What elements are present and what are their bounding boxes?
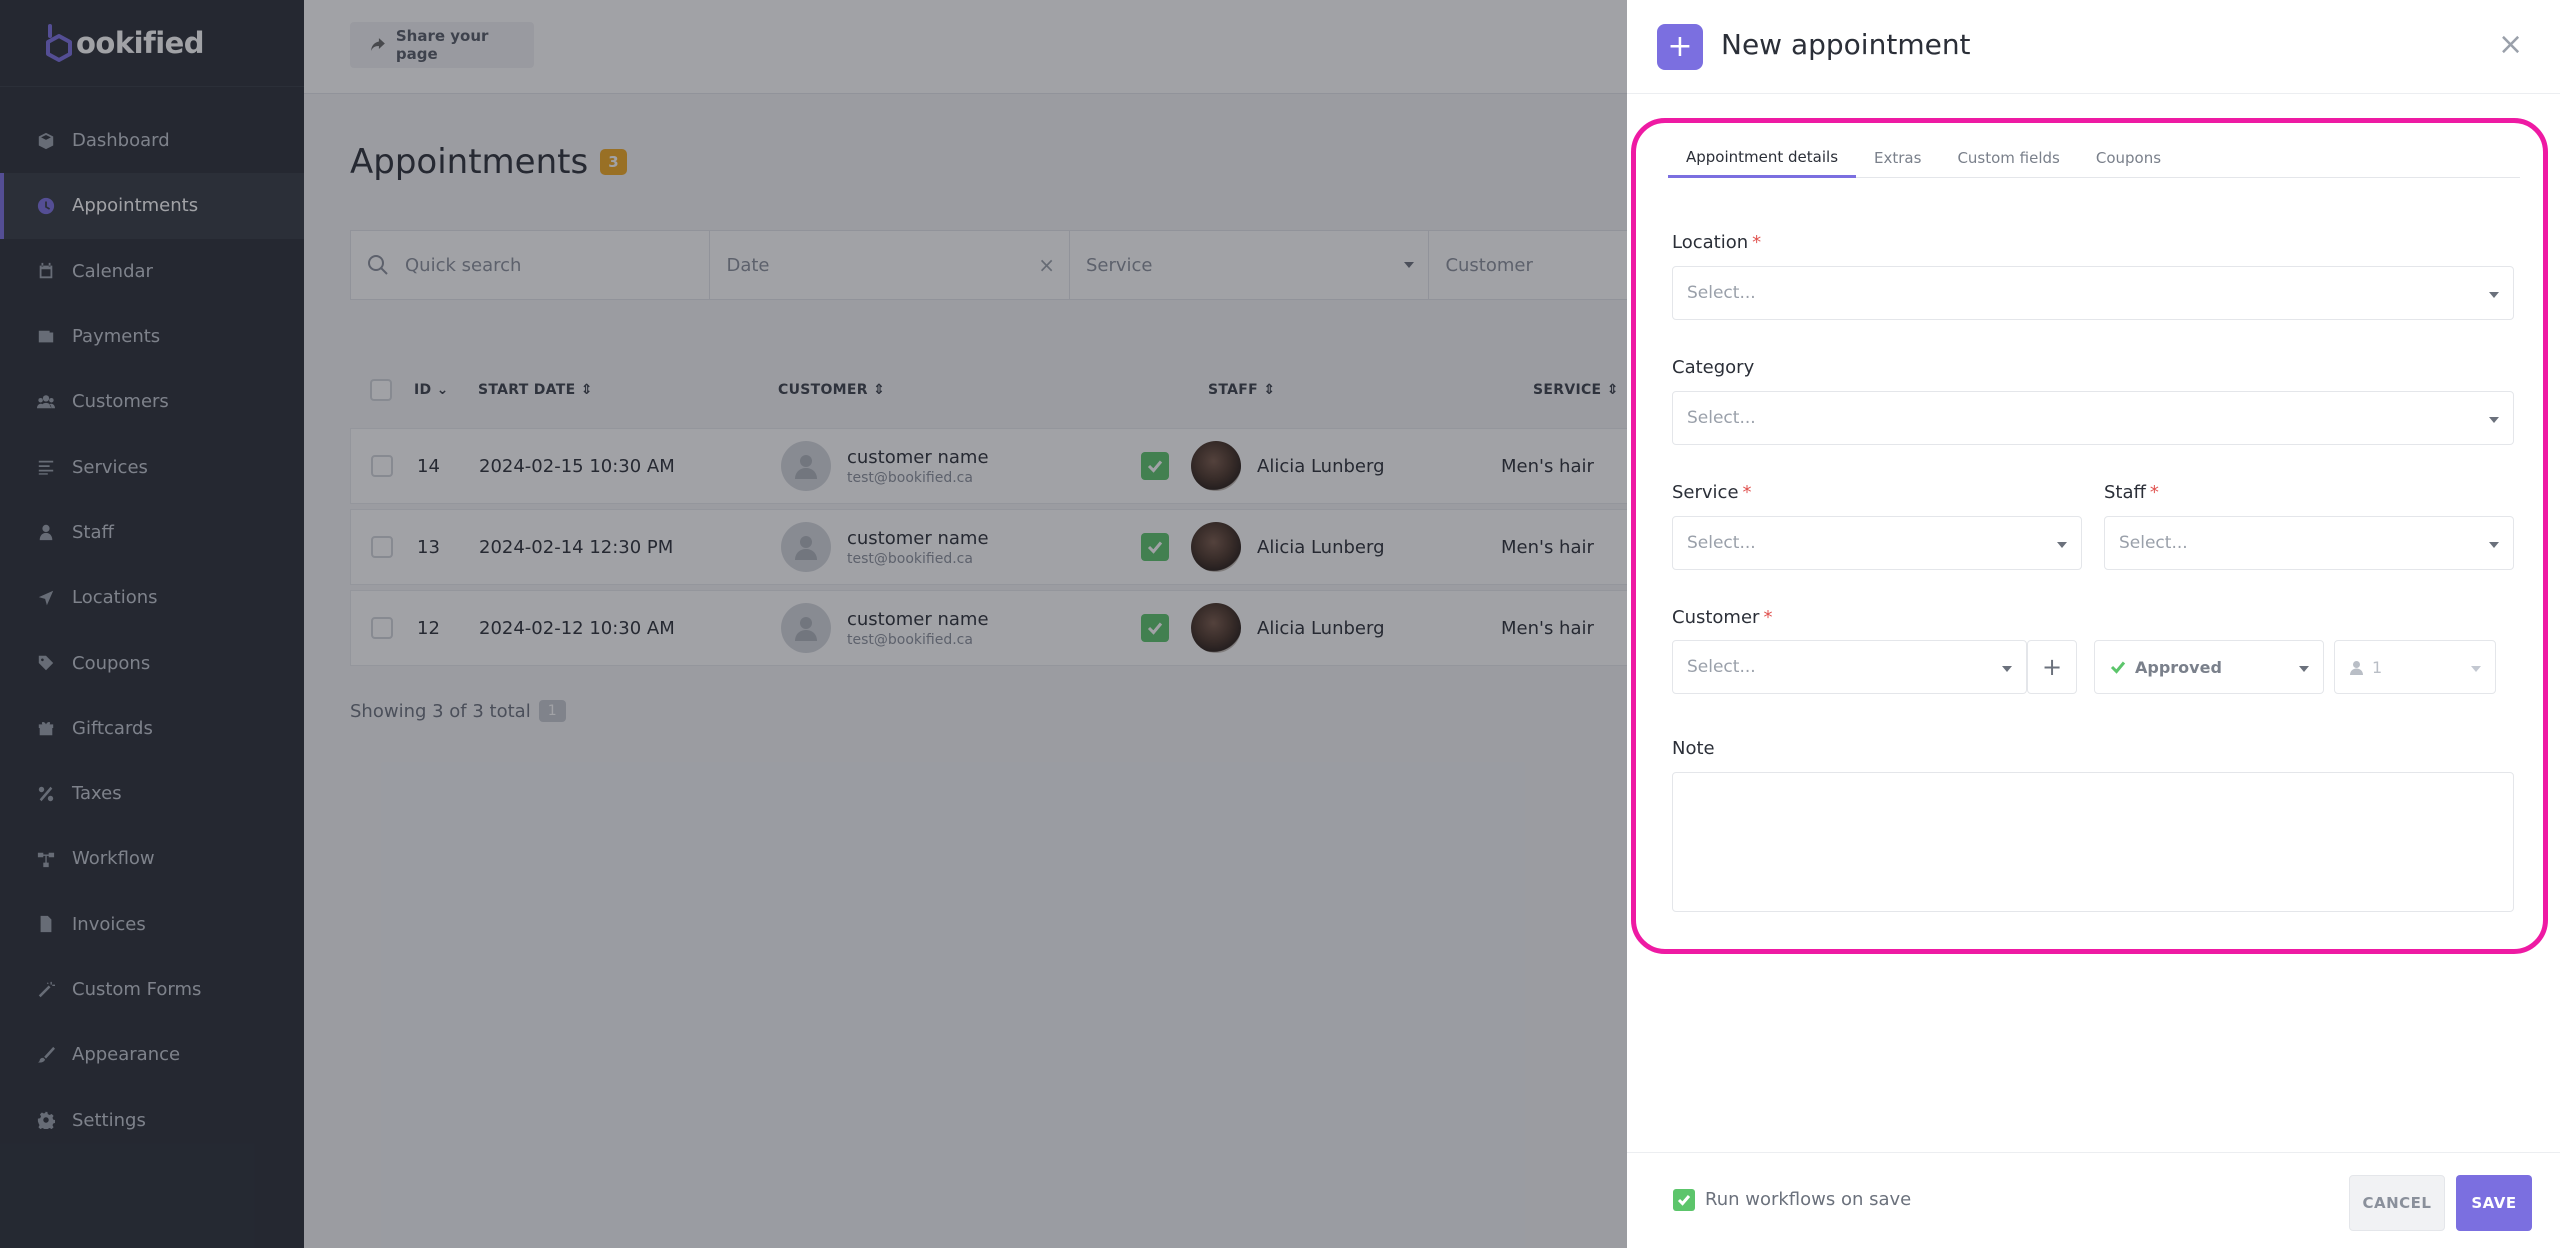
status-select-value: Approved — [2135, 657, 2222, 677]
add-customer-button[interactable]: + — [2027, 640, 2077, 694]
chevron-down-icon — [2489, 542, 2499, 548]
check-icon — [2110, 661, 2126, 674]
tab-extras[interactable]: Extras — [1856, 138, 1939, 178]
service-label: Service * — [1672, 482, 1752, 503]
panel-title: New appointment — [1721, 28, 1971, 61]
panel-header: + New appointment × — [1627, 0, 2560, 94]
close-icon[interactable]: × — [2498, 30, 2523, 60]
customer-label: Customer * — [1672, 607, 1773, 628]
people-count-value: 1 — [2372, 657, 2383, 677]
modal-backdrop[interactable] — [0, 0, 1627, 1248]
customer-select[interactable]: Select... — [1672, 640, 2027, 694]
chevron-down-icon — [2002, 666, 2012, 672]
location-label: Location * — [1672, 232, 1762, 253]
staff-select-value: Select... — [2119, 533, 2188, 553]
plus-icon: + — [1657, 24, 1703, 70]
tab-custom-fields[interactable]: Custom fields — [1939, 138, 2077, 178]
user-icon — [2350, 660, 2363, 675]
staff-label: Staff * — [2104, 482, 2159, 503]
chevron-down-icon — [2057, 542, 2067, 548]
people-count-select[interactable]: 1 — [2334, 640, 2496, 694]
run-workflows-checkbox[interactable] — [1673, 1189, 1695, 1211]
service-select[interactable]: Select... — [1672, 516, 2082, 570]
chevron-down-icon — [2471, 666, 2481, 672]
panel-footer: Run workflows on save CANCEL SAVE — [1627, 1152, 2560, 1248]
run-workflows-label: Run workflows on save — [1705, 1189, 1912, 1210]
panel-tabs: Appointment details Extras Custom fields… — [1668, 138, 2520, 178]
location-select[interactable]: Select... — [1672, 266, 2514, 320]
service-select-value: Select... — [1687, 533, 1756, 553]
save-button[interactable]: SAVE — [2456, 1175, 2532, 1231]
tab-appointment-details[interactable]: Appointment details — [1668, 138, 1857, 178]
note-label: Note — [1672, 738, 1715, 759]
category-select[interactable]: Select... — [1672, 391, 2514, 445]
category-select-value: Select... — [1687, 408, 1756, 428]
check-icon — [1677, 1195, 1691, 1206]
chevron-down-icon — [2299, 666, 2309, 672]
tab-coupons[interactable]: Coupons — [2078, 138, 2179, 178]
chevron-down-icon — [2489, 417, 2499, 423]
category-label: Category — [1672, 357, 1755, 378]
customer-select-value: Select... — [1687, 657, 1756, 677]
chevron-down-icon — [2489, 292, 2499, 298]
note-textarea[interactable] — [1672, 772, 2514, 912]
staff-select[interactable]: Select... — [2104, 516, 2514, 570]
location-select-value: Select... — [1687, 283, 1756, 303]
cancel-button[interactable]: CANCEL — [2349, 1175, 2445, 1231]
status-select[interactable]: Approved — [2094, 640, 2324, 694]
